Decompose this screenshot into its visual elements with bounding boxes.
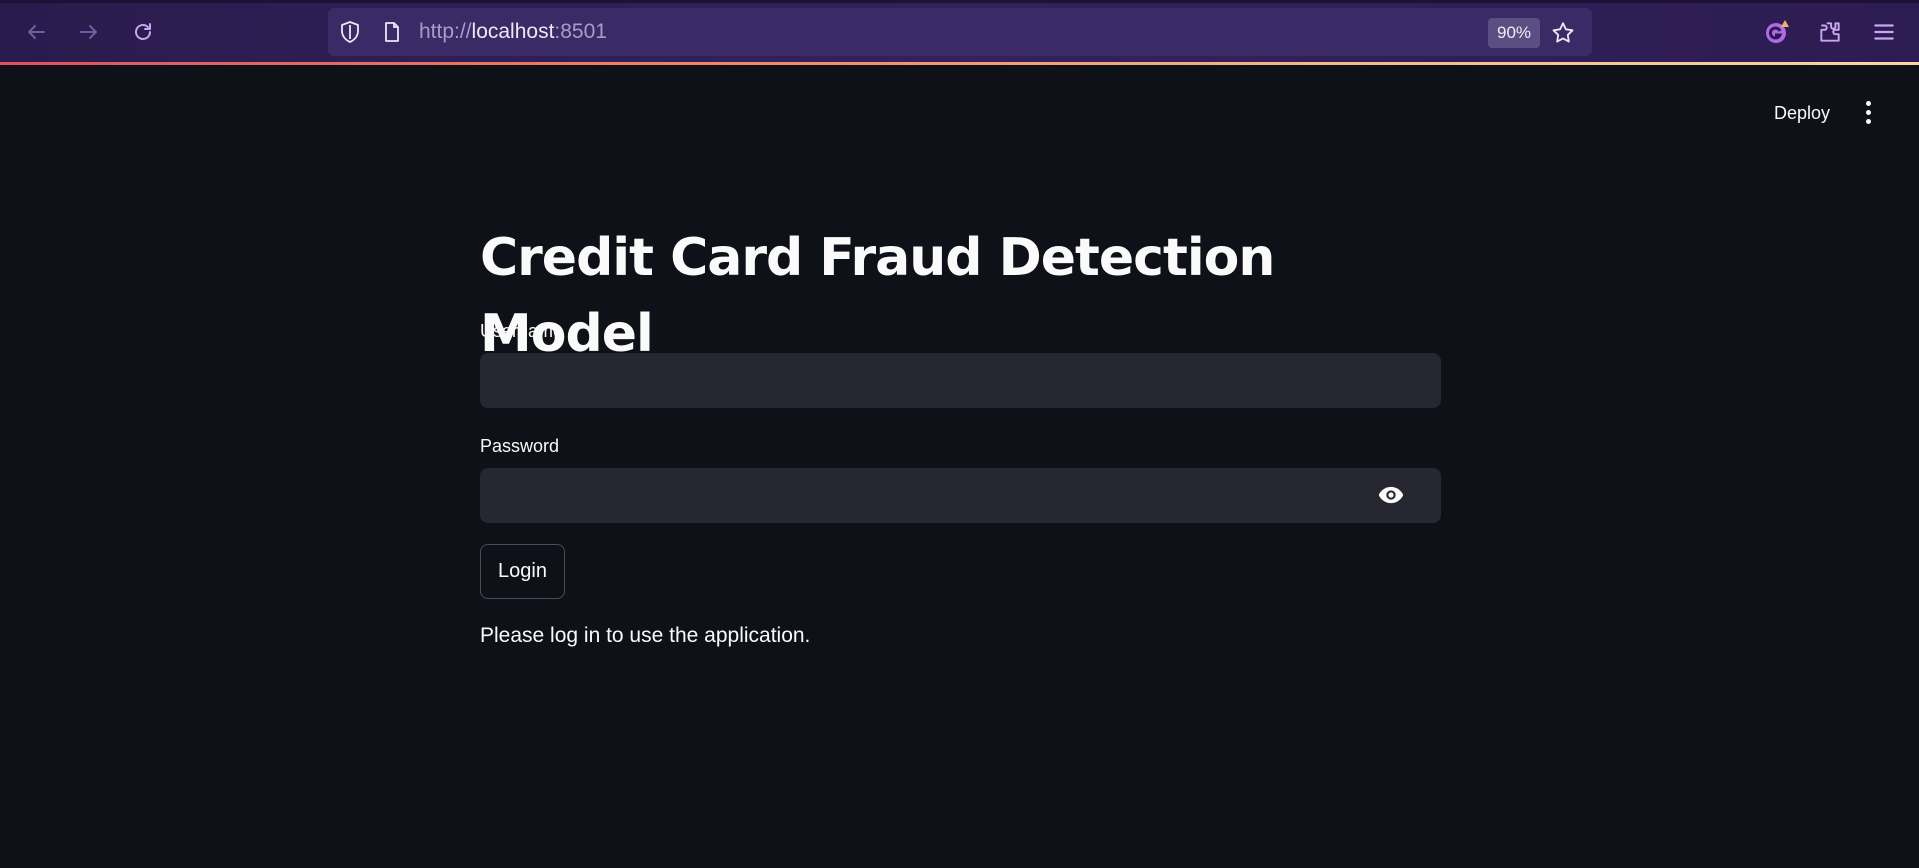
menu-dot <box>1865 100 1871 106</box>
password-label: Password <box>480 436 560 456</box>
main-menu-icon[interactable] <box>1858 96 1878 128</box>
username-label: Username <box>480 321 564 341</box>
main-content: Credit Card Fraud Detection Model Userna… <box>480 220 1441 647</box>
star-icon[interactable] <box>1550 20 1576 46</box>
page-title: Credit Card Fraud Detection Model <box>480 228 1275 364</box>
back-button[interactable] <box>18 14 54 50</box>
page-icon[interactable] <box>380 20 404 44</box>
reload-icon <box>135 23 151 40</box>
deploy-button[interactable]: Deploy <box>1766 98 1838 128</box>
menu-icon <box>1874 24 1894 40</box>
eye-icon <box>1378 486 1404 504</box>
forward-arrow-icon <box>80 25 97 39</box>
url-text[interactable]: http://localhost:8501 <box>419 20 607 44</box>
back-arrow-icon <box>28 25 45 39</box>
reload-button[interactable] <box>125 14 161 50</box>
menu-button[interactable] <box>1866 14 1902 50</box>
menu-dot <box>1865 118 1871 124</box>
url-scheme: http:// <box>419 20 472 43</box>
url-port: :8501 <box>554 20 607 43</box>
shield-icon[interactable] <box>338 20 362 44</box>
address-bar[interactable]: http://localhost:8501 90% <box>328 8 1592 56</box>
toolbar-accent-line <box>0 62 1919 65</box>
zoom-level-badge[interactable]: 90% <box>1488 18 1540 48</box>
browser-toolbar: http://localhost:8501 90% <box>0 0 1919 65</box>
password-input[interactable] <box>480 468 1441 523</box>
profile-icon <box>1766 20 1789 43</box>
extensions-icon <box>1820 22 1840 42</box>
login-button[interactable]: Login <box>480 544 565 599</box>
show-password-toggle[interactable] <box>1376 480 1406 510</box>
forward-button[interactable] <box>71 14 107 50</box>
profile-button[interactable] <box>1759 14 1795 50</box>
menu-dot <box>1865 109 1871 115</box>
username-input[interactable] <box>480 353 1441 408</box>
url-host: localhost <box>471 20 555 43</box>
extensions-button[interactable] <box>1812 14 1848 50</box>
toolbar-top-strip <box>0 0 1919 3</box>
login-prompt-message: Please log in to use the application. <box>480 624 811 647</box>
